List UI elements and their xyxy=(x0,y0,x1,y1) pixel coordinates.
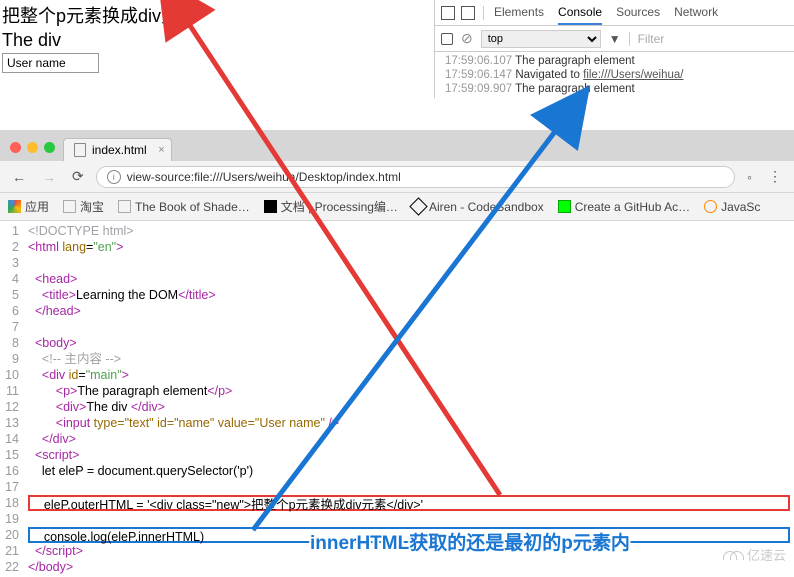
processing-icon xyxy=(264,200,277,213)
close-icon[interactable] xyxy=(10,142,21,153)
folder-icon xyxy=(63,200,76,213)
clear-console-icon[interactable]: ⊘ xyxy=(461,30,473,47)
url-text: view-source:file:///Users/weihua/Desktop… xyxy=(127,170,401,184)
source-code[interactable]: <!DOCTYPE html> <html lang="en"> <head> … xyxy=(24,221,794,577)
name-input[interactable] xyxy=(2,53,99,73)
log-row: 17:59:06.147 Navigated to file:///Users/… xyxy=(435,68,794,82)
chevron-down-icon: ▼ xyxy=(609,32,621,46)
line-gutter: 12345678910111213141516171819202122 xyxy=(0,221,24,577)
menu-icon[interactable]: ⋮ xyxy=(764,166,786,187)
bookmark-js[interactable]: JavaSc xyxy=(704,200,760,214)
sidebar-toggle-icon[interactable] xyxy=(441,33,453,45)
devtools-tabs: Elements Console Sources Network xyxy=(494,1,718,25)
annotation-text: innerHTML获取的还是最初的p元素内 xyxy=(310,528,630,555)
context-select[interactable]: top xyxy=(481,30,601,48)
bookmark-processing[interactable]: 文档 | Processing编… xyxy=(264,198,398,215)
rendered-page: 把整个p元素换成div元素 The div xyxy=(2,2,432,73)
minimize-icon[interactable] xyxy=(27,142,38,153)
forward-icon: → xyxy=(38,167,60,187)
url-bar: ← → ⟳ i view-source:file:///Users/weihua… xyxy=(0,161,794,193)
address-bar[interactable]: i view-source:file:///Users/weihua/Deskt… xyxy=(96,166,735,188)
inspect-icon[interactable] xyxy=(441,6,455,20)
watermark: 亿速云 xyxy=(723,545,786,564)
apps-icon xyxy=(8,200,21,213)
bookmark-github[interactable]: Create a GitHub Ac… xyxy=(558,200,690,214)
device-icon[interactable] xyxy=(461,6,475,20)
bookmark-taobao[interactable]: 淘宝 xyxy=(63,198,104,215)
close-tab-icon[interactable]: × xyxy=(158,144,164,156)
bookmark-airen[interactable]: Airen - CodeSandbox xyxy=(412,200,544,214)
reload-icon[interactable]: ⟳ xyxy=(68,166,88,187)
bookmark-book[interactable]: The Book of Shade… xyxy=(118,200,250,214)
devtools-header: Elements Console Sources Network xyxy=(435,0,794,26)
devtools-dock-icons xyxy=(441,6,484,20)
tab-bar: index.html × xyxy=(0,131,794,161)
profile-icon[interactable]: ◦ xyxy=(743,167,756,187)
bookmark-bar: 应用 淘宝 The Book of Shade… 文档 | Processing… xyxy=(0,193,794,221)
apps-button[interactable]: 应用 xyxy=(8,198,49,215)
maximize-icon[interactable] xyxy=(44,142,55,153)
highlight-outerhtml: eleP.outerHTML = '<div class="new">把整个p元… xyxy=(28,495,790,511)
file-icon xyxy=(74,143,86,157)
traffic-lights xyxy=(10,142,55,153)
page-title: 把整个p元素换成div元素 xyxy=(2,2,432,28)
tab-elements[interactable]: Elements xyxy=(494,1,544,25)
back-icon[interactable]: ← xyxy=(8,167,30,187)
browser-window: index.html × ← → ⟳ i view-source:file://… xyxy=(0,130,794,577)
devtools-panel: Elements Console Sources Network ⊘ top ▼… xyxy=(434,0,794,98)
browser-tab[interactable]: index.html × xyxy=(63,138,172,161)
top-area: 把整个p元素换成div元素 The div Elements Console S… xyxy=(0,0,794,130)
filter-input[interactable]: Filter xyxy=(629,32,788,46)
console-toolbar: ⊘ top ▼ Filter xyxy=(435,26,794,52)
view-source: 12345678910111213141516171819202122 <!DO… xyxy=(0,221,794,577)
github-icon xyxy=(558,200,571,213)
log-link[interactable]: file:///Users/weihua/ xyxy=(583,69,683,81)
js-icon xyxy=(704,200,717,213)
console-log: 17:59:06.107 The paragraph element 17:59… xyxy=(435,52,794,98)
page-icon xyxy=(118,200,131,213)
log-row: 17:59:09.907 The paragraph element xyxy=(435,82,794,96)
codesandbox-icon xyxy=(409,197,427,215)
info-icon[interactable]: i xyxy=(107,170,121,184)
tab-network[interactable]: Network xyxy=(674,1,718,25)
tab-console[interactable]: Console xyxy=(558,1,602,25)
watermark-icon xyxy=(723,548,743,561)
log-row: 17:59:06.107 The paragraph element xyxy=(435,54,794,68)
tab-title: index.html xyxy=(92,143,147,157)
div-text: The div xyxy=(2,30,432,51)
tab-sources[interactable]: Sources xyxy=(616,1,660,25)
